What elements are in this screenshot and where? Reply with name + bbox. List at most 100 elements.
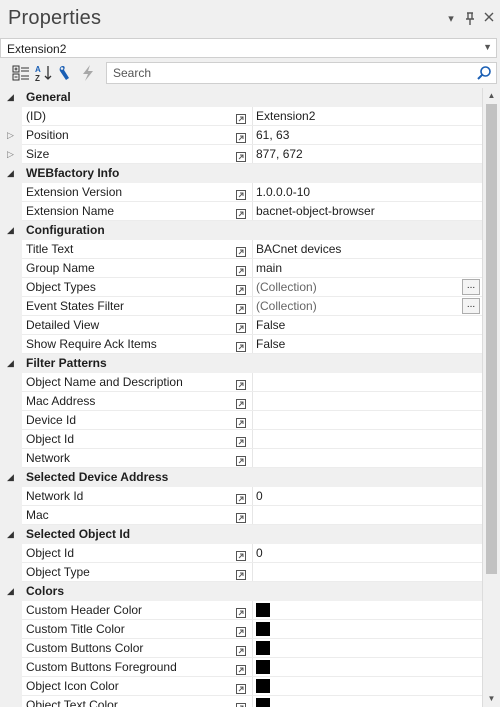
property-row[interactable]: Object Types (Collection)... (0, 278, 482, 297)
category-header[interactable]: ◢ WEBfactory Info (0, 164, 482, 183)
binding-icon[interactable] (236, 396, 246, 409)
binding-icon[interactable] (236, 681, 246, 694)
binding-icon[interactable] (236, 643, 246, 656)
close-icon[interactable] (482, 12, 496, 26)
binding-icon[interactable] (236, 149, 246, 162)
binding-icon[interactable] (236, 377, 246, 390)
collapse-arrow-icon[interactable]: ◢ (7, 525, 14, 544)
binding-icon[interactable] (236, 662, 246, 675)
property-value[interactable]: 0 (256, 544, 456, 563)
collapse-arrow-icon[interactable]: ◢ (7, 164, 14, 183)
binding-icon[interactable] (236, 567, 246, 580)
chevron-down-icon[interactable]: ▼ (483, 42, 492, 52)
categorized-view-icon[interactable] (12, 64, 30, 82)
binding-icon[interactable] (236, 244, 246, 257)
property-value[interactable]: Extension2 (256, 107, 456, 126)
property-value[interactable]: False (256, 335, 456, 354)
collapse-arrow-icon[interactable]: ◢ (7, 221, 14, 240)
property-row[interactable]: ▷ Size 877, 672 (0, 145, 482, 164)
property-row[interactable]: Mac (0, 506, 482, 525)
category-header[interactable]: ◢ Filter Patterns (0, 354, 482, 373)
property-row[interactable]: Custom Title Color (0, 620, 482, 639)
collection-editor-button[interactable]: ... (462, 279, 480, 295)
property-row[interactable]: Object Text Color (0, 696, 482, 707)
binding-icon[interactable] (236, 510, 246, 523)
property-row[interactable]: Object Id (0, 430, 482, 449)
property-value[interactable]: main (256, 259, 456, 278)
property-value[interactable]: 0 (256, 487, 456, 506)
binding-icon[interactable] (236, 130, 246, 143)
property-value[interactable]: (Collection) (256, 297, 456, 316)
binding-icon[interactable] (236, 263, 246, 276)
property-row[interactable]: Show Require Ack Items False (0, 335, 482, 354)
search-box[interactable] (106, 62, 497, 84)
collapse-arrow-icon[interactable]: ◢ (7, 468, 14, 487)
binding-icon[interactable] (236, 548, 246, 561)
property-row[interactable]: Extension Name bacnet-object-browser (0, 202, 482, 221)
property-value[interactable]: (Collection) (256, 278, 456, 297)
binding-icon[interactable] (236, 206, 246, 219)
binding-icon[interactable] (236, 624, 246, 637)
collapse-arrow-icon[interactable]: ◢ (7, 354, 14, 373)
property-value[interactable]: BACnet devices (256, 240, 456, 259)
property-value[interactable]: bacnet-object-browser (256, 202, 456, 221)
color-swatch[interactable] (256, 679, 270, 693)
expand-arrow-icon[interactable]: ▷ (7, 145, 14, 164)
category-header[interactable]: ◢ General (0, 88, 482, 107)
property-row[interactable]: Event States Filter (Collection)... (0, 297, 482, 316)
dropdown-arrow-icon[interactable]: ▾ (444, 12, 458, 26)
binding-icon[interactable] (236, 605, 246, 618)
binding-icon[interactable] (236, 491, 246, 504)
binding-icon[interactable] (236, 453, 246, 466)
category-header[interactable]: ◢ Colors (0, 582, 482, 601)
collapse-arrow-icon[interactable]: ◢ (7, 582, 14, 601)
scroll-down-icon[interactable]: ▼ (484, 692, 499, 706)
binding-icon[interactable] (236, 434, 246, 447)
category-header[interactable]: ◢ Selected Device Address (0, 468, 482, 487)
binding-icon[interactable] (236, 339, 246, 352)
events-lightning-icon[interactable] (79, 64, 97, 82)
property-row[interactable]: Title Text BACnet devices (0, 240, 482, 259)
color-swatch[interactable] (256, 660, 270, 674)
property-row[interactable]: Custom Buttons Foreground (0, 658, 482, 677)
category-header[interactable]: ◢ Configuration (0, 221, 482, 240)
scroll-up-icon[interactable]: ▲ (484, 89, 499, 103)
property-row[interactable]: Mac Address (0, 392, 482, 411)
vertical-scrollbar[interactable]: ▲ ▼ (482, 88, 500, 707)
search-icon[interactable] (476, 65, 492, 81)
property-value[interactable]: 1.0.0.0-10 (256, 183, 456, 202)
category-header[interactable]: ◢ Selected Object Id (0, 525, 482, 544)
pin-icon[interactable] (463, 12, 477, 26)
property-value[interactable]: 61, 63 (256, 126, 456, 145)
property-row[interactable]: Device Id (0, 411, 482, 430)
property-row[interactable]: Group Name main (0, 259, 482, 278)
property-row[interactable]: Extension Version 1.0.0.0-10 (0, 183, 482, 202)
alphabetical-sort-icon[interactable]: A Z (35, 64, 53, 83)
object-selector[interactable]: Extension2 ▼ (0, 38, 497, 58)
property-row[interactable]: Network Id 0 (0, 487, 482, 506)
property-value[interactable]: 877, 672 (256, 145, 456, 164)
color-swatch[interactable] (256, 603, 270, 617)
binding-icon[interactable] (236, 415, 246, 428)
property-row[interactable]: Object Type (0, 563, 482, 582)
color-swatch[interactable] (256, 622, 270, 636)
property-row[interactable]: Object Icon Color (0, 677, 482, 696)
property-row[interactable]: Custom Buttons Color (0, 639, 482, 658)
property-value[interactable]: False (256, 316, 456, 335)
scrollbar-thumb[interactable] (486, 104, 497, 574)
properties-wrench-icon[interactable] (57, 64, 75, 82)
property-row[interactable]: Object Name and Description (0, 373, 482, 392)
property-row[interactable]: Custom Header Color (0, 601, 482, 620)
binding-icon[interactable] (236, 320, 246, 333)
binding-icon[interactable] (236, 111, 246, 124)
color-swatch[interactable] (256, 698, 270, 707)
collection-editor-button[interactable]: ... (462, 298, 480, 314)
collapse-arrow-icon[interactable]: ◢ (7, 88, 14, 107)
binding-icon[interactable] (236, 700, 246, 707)
color-swatch[interactable] (256, 641, 270, 655)
binding-icon[interactable] (236, 187, 246, 200)
property-row[interactable]: Network (0, 449, 482, 468)
property-row[interactable]: ▷ Position 61, 63 (0, 126, 482, 145)
property-row[interactable]: Detailed View False (0, 316, 482, 335)
search-input[interactable] (107, 63, 479, 83)
